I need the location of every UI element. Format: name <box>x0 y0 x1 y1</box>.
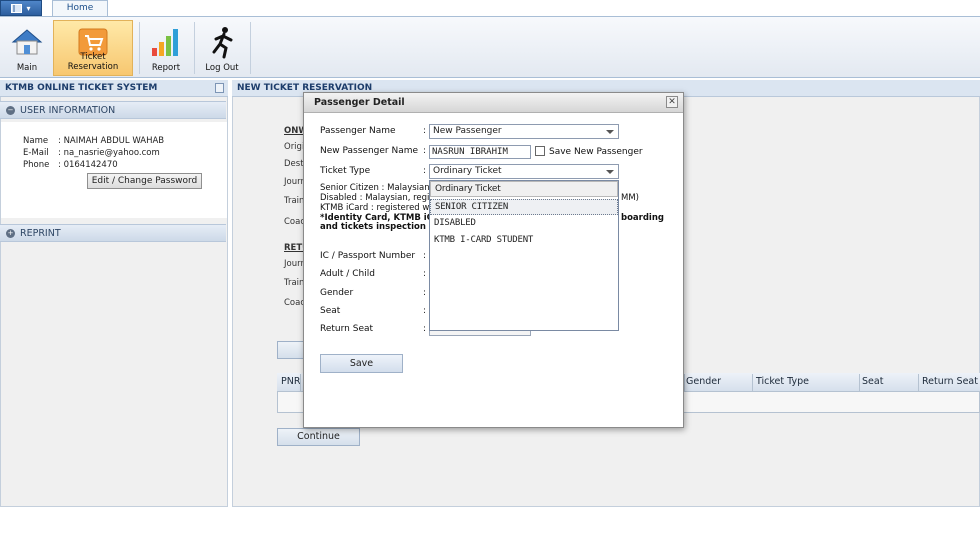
colon: : <box>423 146 427 156</box>
train-label: Train <box>284 196 305 206</box>
continue-button[interactable]: Continue <box>277 428 360 446</box>
edit-change-password-button[interactable]: Edit / Change Password <box>87 173 202 189</box>
column-seat[interactable]: Seat <box>862 376 883 387</box>
column-separator <box>300 374 301 392</box>
ticket-type-select[interactable]: Ordinary Ticket <box>429 164 619 179</box>
tab-home[interactable]: Home <box>52 0 108 17</box>
ribbon-separator <box>194 22 195 74</box>
column-separator <box>752 374 753 392</box>
save-new-passenger-checkbox[interactable] <box>535 146 545 156</box>
phone-label: Phone <box>23 160 50 170</box>
colon: : <box>423 306 427 316</box>
phone-row: Phone : 0164142470 <box>23 160 118 170</box>
chevron-down-icon <box>606 130 614 134</box>
ic-passport-label: IC / Passport Number <box>320 251 416 261</box>
colon: : <box>423 324 427 334</box>
report-button[interactable]: Report <box>143 20 189 76</box>
return-seat-label: Return Seat <box>320 324 374 334</box>
report-label: Report <box>151 63 181 73</box>
option-disabled[interactable]: DISABLED <box>430 216 618 232</box>
column-separator <box>684 374 685 392</box>
ticket-reservation-label: Ticket Reservation <box>67 52 119 72</box>
system-title-text: KTMB ONLINE TICKET SYSTEM <box>5 83 158 93</box>
log-out-label: Log Out <box>205 63 239 73</box>
colon: : <box>423 251 427 261</box>
note-ktmb-icard: KTMB iCard : registered with <box>320 203 441 213</box>
chevron-down-icon <box>606 170 614 174</box>
column-gender[interactable]: Gender <box>686 376 721 387</box>
passenger-name-select[interactable]: New Passenger <box>429 124 619 139</box>
phone-value: : 0164142470 <box>58 160 118 170</box>
add-passenger-button[interactable] <box>277 341 305 359</box>
column-ticket-type[interactable]: Ticket Type <box>756 376 809 387</box>
ticket-type-label: Ticket Type <box>320 166 371 176</box>
collapse-icon: − <box>6 106 15 115</box>
ticket-type-value: Ordinary Ticket <box>433 166 502 176</box>
running-man-icon <box>212 27 233 59</box>
chevron-down-icon: ▾ <box>26 3 31 13</box>
option-ktmb-icard-student[interactable]: KTMB I-CARD STUDENT <box>430 233 618 249</box>
seat-label: Seat <box>320 306 341 316</box>
adult-child-label: Adult / Child <box>320 269 375 279</box>
column-return-seat[interactable]: Return Seat <box>922 376 978 387</box>
colon: : <box>423 126 427 136</box>
email-value: : na_nasrie@yahoo.com <box>58 148 160 158</box>
colon: : <box>423 166 427 176</box>
house-icon <box>11 29 43 55</box>
main-button-label: Main <box>16 63 38 73</box>
close-icon[interactable]: ✕ <box>666 96 678 108</box>
column-separator <box>859 374 860 392</box>
colon: : <box>423 288 427 298</box>
ribbon-separator <box>139 22 140 74</box>
email-row: E-Mail : na_nasrie@yahoo.com <box>23 148 160 158</box>
app-menu-button[interactable]: ▾ <box>0 0 42 16</box>
coach-label: Coac <box>284 217 306 227</box>
new-passenger-name-label: New Passenger Name <box>320 146 419 156</box>
user-information-title: USER INFORMATION <box>20 105 116 116</box>
column-separator <box>918 374 919 392</box>
expand-icon: + <box>6 229 15 238</box>
origin-label: Origi <box>284 142 305 152</box>
return-coach-label: Coac <box>284 298 306 308</box>
option-senior-citizen[interactable]: SENIOR CITIZEN <box>430 199 618 215</box>
window-menu-icon <box>11 3 23 13</box>
reprint-title: REPRINT <box>20 228 61 239</box>
note-identity-tail: boarding <box>621 213 664 223</box>
passenger-name-value: New Passenger <box>433 126 502 136</box>
user-information-header[interactable]: − USER INFORMATION <box>0 101 226 119</box>
note-disabled: Disabled : Malaysian, register <box>320 193 446 203</box>
name-label: Name <box>23 136 49 146</box>
option-ordinary-ticket[interactable]: Ordinary Ticket <box>430 181 618 197</box>
log-out-button[interactable]: Log Out <box>198 20 246 76</box>
return-train-label: Train <box>284 278 305 288</box>
ribbon-separator <box>250 22 251 74</box>
save-button[interactable]: Save <box>320 354 403 373</box>
name-row: Name : NAIMAH ABDUL WAHAB <box>23 136 164 146</box>
note-disabled-tail: MM) <box>621 193 639 203</box>
email-label: E-Mail <box>23 148 49 158</box>
save-new-passenger-label: Save New Passenger <box>549 147 643 157</box>
gender-label: Gender <box>320 288 354 298</box>
reprint-header[interactable]: + REPRINT <box>0 224 226 242</box>
column-pnr[interactable]: PNR <box>281 376 300 387</box>
name-value: : NAIMAH ABDUL WAHAB <box>58 136 165 146</box>
ticket-reservation-button[interactable]: Ticket Reservation <box>53 20 133 76</box>
passenger-name-label: Passenger Name <box>320 126 396 136</box>
pin-icon[interactable] <box>215 83 224 93</box>
colon: : <box>423 269 427 279</box>
system-title: KTMB ONLINE TICKET SYSTEM <box>0 80 228 97</box>
new-passenger-name-input[interactable]: NASRUN IBRAHIM <box>429 145 531 159</box>
main-button[interactable]: Main <box>2 20 52 76</box>
dialog-title: Passenger Detail <box>304 93 683 113</box>
bar-chart-icon <box>152 29 178 56</box>
note-senior-citizen: Senior Citizen : Malaysian, ag <box>320 183 446 193</box>
